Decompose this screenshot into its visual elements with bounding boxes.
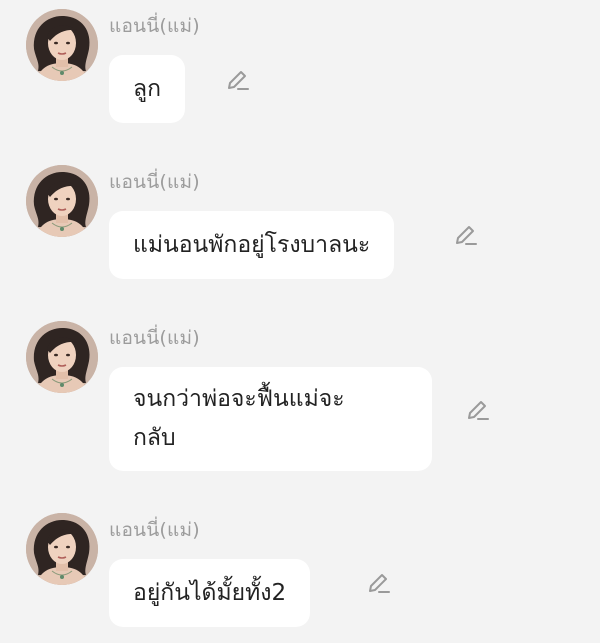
pencil-edit-icon[interactable] [463,397,491,425]
sender-name: แอนนี่(แม่) [109,171,200,193]
avatar[interactable] [26,321,98,393]
chat-thread: แอนนี่(แม่) ลูก แอนนี่(แม่) แม่นอนพักอยู… [0,0,600,643]
avatar[interactable] [26,513,98,585]
pencil-edit-icon[interactable] [364,570,392,598]
sender-name: แอนนี่(แม่) [109,15,200,37]
message-bubble[interactable]: อยู่กันได้มั้ยทั้ง2 [109,559,311,627]
message-text: แม่นอนพักอยู่โรงบาลนะ [133,231,371,258]
message-bubble[interactable]: จนกว่าพ่อจะฟื้นแม่จะ กลับ [109,367,432,471]
pencil-edit-icon[interactable] [223,67,251,95]
avatar[interactable] [26,9,98,81]
sender-name: แอนนี่(แม่) [109,519,200,541]
message-text: ลูก [133,75,162,102]
message-text: อยู่กันได้มั้ยทั้ง2 [133,579,287,606]
message-bubble[interactable]: ลูก [109,55,186,123]
avatar[interactable] [26,165,98,237]
sender-name: แอนนี่(แม่) [109,327,200,349]
message-text: จนกว่าพ่อจะฟื้นแม่จะ กลับ [133,386,345,451]
message-bubble[interactable]: แม่นอนพักอยู่โรงบาลนะ [109,211,395,279]
pencil-edit-icon[interactable] [451,222,479,250]
